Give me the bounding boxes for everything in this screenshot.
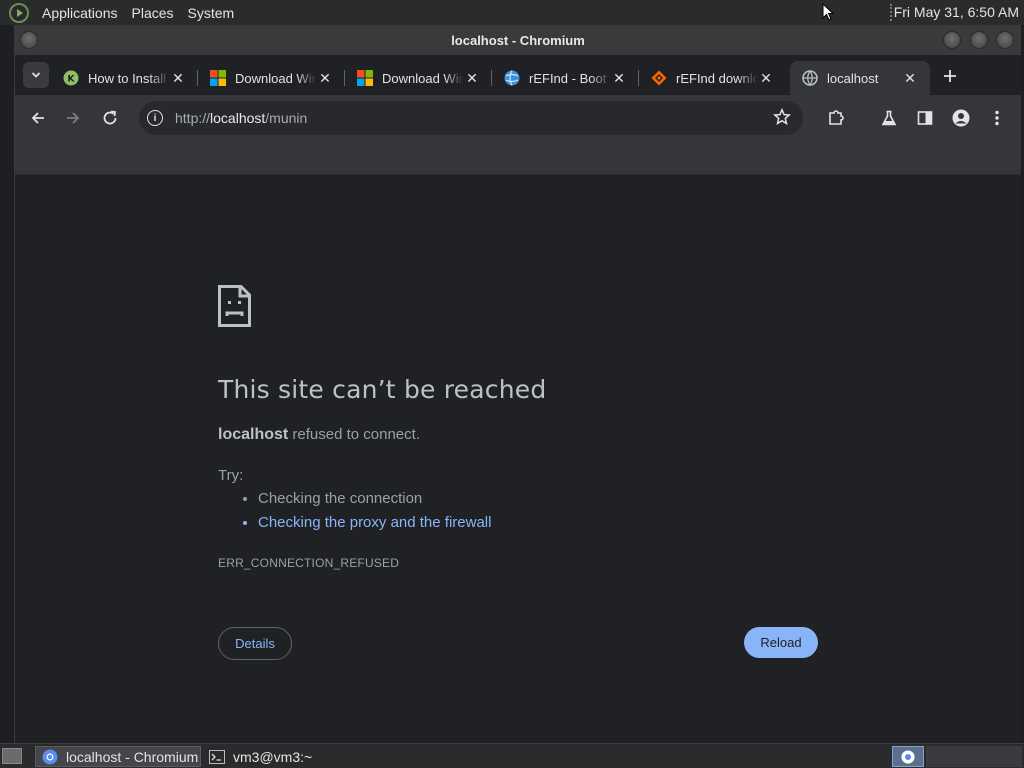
- globe-icon: [802, 70, 818, 86]
- arrow-right-icon: [67, 112, 80, 124]
- url-host: localhost: [210, 110, 266, 126]
- taskbar-item-label: vm3@vm3:~: [233, 748, 313, 765]
- back-button[interactable]: [23, 103, 53, 133]
- refind-globe-icon: [504, 70, 520, 86]
- bottom-panel: localhost - Chromium vm3@vm3:~: [0, 743, 1024, 768]
- error-title: This site can’t be reached: [218, 375, 547, 404]
- svg-text:K: K: [68, 75, 76, 85]
- tab-close-icon[interactable]: ✕: [902, 70, 918, 86]
- address-bar[interactable]: i http://localhost/munin: [139, 101, 803, 135]
- tab-download-windows-2[interactable]: Download Windows ✕: [345, 61, 492, 95]
- tab-refind-download[interactable]: rEFInd download ✕: [639, 61, 786, 95]
- minimize-icon[interactable]: [943, 31, 961, 49]
- window-menu-icon[interactable]: [20, 31, 38, 49]
- tab-strip: K How to Install ✕ Download Windows ✕ Do…: [15, 55, 1021, 95]
- reload-icon: [103, 110, 117, 125]
- taskbar-item-terminal[interactable]: vm3@vm3:~: [203, 746, 373, 767]
- chevron-down-icon: [31, 72, 41, 78]
- taskbar-item-chromium[interactable]: localhost - Chromium: [35, 746, 201, 767]
- plus-icon: [944, 70, 956, 82]
- tab-how-to-install[interactable]: K How to Install ✕: [51, 61, 198, 95]
- menu-applications[interactable]: Applications: [35, 5, 125, 21]
- side-panel-button[interactable]: [910, 103, 940, 133]
- browser-toolbar: i http://localhost/munin: [15, 95, 1021, 141]
- suggestion-check-proxy-link[interactable]: Checking the proxy and the firewall: [241, 513, 491, 537]
- tab-search-button[interactable]: [23, 62, 49, 88]
- side-panel-icon: [917, 111, 933, 125]
- distro-logo-icon[interactable]: [9, 2, 29, 23]
- chromium-icon: [42, 749, 58, 764]
- url-scheme: http://: [175, 110, 211, 126]
- install-site-icon: K: [63, 70, 79, 86]
- menu-button[interactable]: [982, 103, 1012, 133]
- arrow-left-icon: [31, 112, 44, 124]
- window-titlebar[interactable]: localhost - Chromium: [15, 25, 1021, 55]
- sad-document-icon: [218, 285, 251, 327]
- profile-button[interactable]: [946, 103, 976, 133]
- puzzle-icon: [829, 110, 844, 125]
- workspace-switcher-2[interactable]: [926, 746, 1022, 767]
- tab-localhost[interactable]: localhost ✕: [790, 61, 930, 95]
- page-content: This site can’t be reached localhost ref…: [15, 175, 1021, 743]
- window-title: localhost - Chromium: [451, 32, 585, 48]
- error-host: localhost: [218, 426, 289, 443]
- tab-download-windows-1[interactable]: Download Windows ✕: [198, 61, 345, 95]
- menu-system[interactable]: System: [181, 5, 242, 21]
- bookmark-star-icon[interactable]: [773, 108, 791, 126]
- bookmarks-bar: [15, 141, 1021, 175]
- new-tab-button[interactable]: [937, 63, 963, 89]
- error-description: localhost refused to connect.: [218, 426, 420, 444]
- tab-close-icon[interactable]: ✕: [611, 70, 627, 86]
- microsoft-icon: [357, 70, 373, 86]
- error-code: ERR_CONNECTION_REFUSED: [218, 556, 400, 570]
- maximize-icon[interactable]: [970, 31, 988, 49]
- taskbar-item-label: localhost - Chromium: [66, 748, 199, 765]
- forward-button[interactable]: [58, 103, 88, 133]
- show-desktop-icon[interactable]: [2, 748, 22, 764]
- tab-close-icon[interactable]: ✕: [317, 70, 333, 86]
- site-info-icon[interactable]: i: [147, 110, 163, 126]
- error-description-suffix: refused to connect.: [288, 426, 420, 443]
- clock[interactable]: Fri May 31, 6:50 AM: [894, 4, 1019, 20]
- menu-places[interactable]: Places: [125, 5, 181, 21]
- reload-toolbar-button[interactable]: [95, 103, 125, 133]
- tab-close-icon[interactable]: ✕: [464, 70, 480, 86]
- workspace-switcher-1[interactable]: [892, 746, 924, 767]
- try-label: Try:: [218, 467, 244, 484]
- tab-close-icon[interactable]: ✕: [170, 70, 186, 86]
- microsoft-icon: [210, 70, 226, 86]
- details-button[interactable]: Details: [218, 627, 292, 660]
- terminal-icon: [209, 749, 225, 764]
- sourceforge-icon: [651, 70, 667, 86]
- tab-refind-boot[interactable]: rEFInd - Boot ✕: [492, 61, 639, 95]
- browser-window: localhost - Chromium K How to Install ✕ …: [14, 25, 1021, 743]
- kebab-menu-icon: [995, 110, 999, 126]
- reload-button[interactable]: Reload: [744, 627, 818, 658]
- extensions-button[interactable]: [821, 103, 851, 133]
- suggestions-list: Checking the connection Checking the pro…: [241, 489, 491, 537]
- chromium-icon: [901, 749, 915, 764]
- mouse-cursor-icon: [822, 3, 834, 21]
- labs-button[interactable]: [874, 103, 904, 133]
- suggestion-check-connection: Checking the connection: [241, 489, 491, 513]
- flask-icon: [881, 110, 897, 126]
- url-path: /munin: [265, 110, 308, 126]
- avatar-icon: [952, 109, 970, 127]
- close-window-icon[interactable]: [996, 31, 1014, 49]
- panel-separator: [890, 4, 892, 21]
- top-panel: Applications Places System Fri May 31, 6…: [0, 0, 1024, 25]
- tab-close-icon[interactable]: ✕: [758, 70, 774, 86]
